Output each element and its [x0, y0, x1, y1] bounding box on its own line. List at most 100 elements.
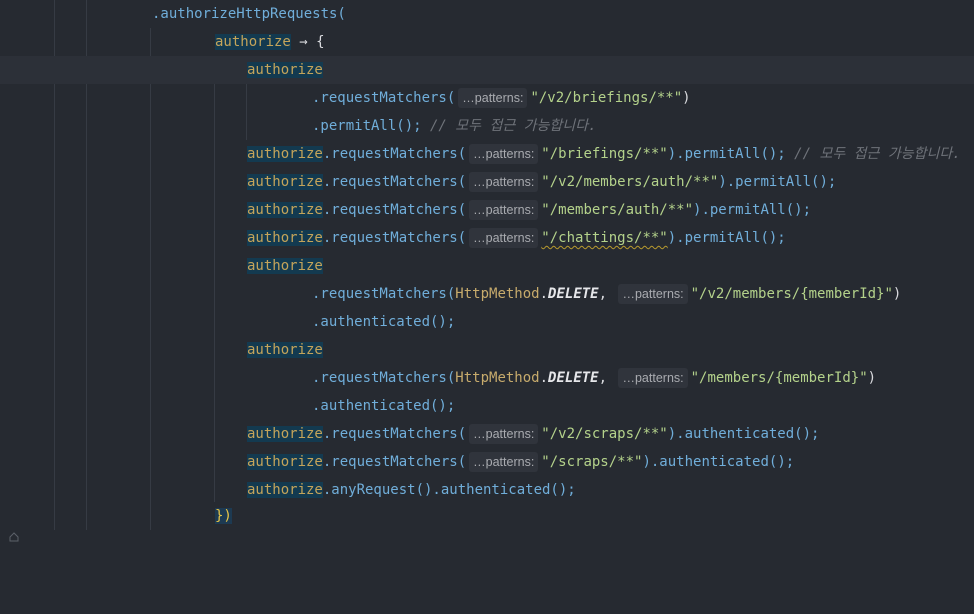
code-text: .permitAll(); // 모두 접근 가능합니다. — [312, 112, 597, 140]
code-text: authorize — [247, 336, 323, 364]
code-text: }) — [215, 502, 232, 530]
method-call: ).permitAll(); — [718, 174, 837, 190]
lambda-line: authorize → { — [215, 28, 325, 56]
method-call: .requestMatchers( — [312, 370, 456, 386]
fold-icon[interactable] — [9, 37, 19, 67]
string-literal: "/v2/members/auth/**" — [541, 174, 719, 190]
code-line[interactable]: .authorizeHttpRequests( — [0, 0, 974, 28]
identifier: authorize — [247, 230, 323, 246]
identifier: authorize — [247, 482, 323, 498]
code-line[interactable]: authorize.requestMatchers(…patterns: "/br… — [0, 140, 974, 168]
code-text: authorize — [247, 56, 323, 84]
code-line[interactable]: authorize.anyRequest().authenticated(); — [0, 476, 974, 504]
method-call: ).permitAll(); — [667, 146, 786, 162]
code-text: .authenticated(); — [312, 308, 455, 336]
method-call: .anyRequest().authenticated(); — [322, 482, 576, 498]
param-hint: …patterns: — [469, 200, 539, 220]
method-call: .requestMatchers( — [322, 426, 467, 442]
code-line[interactable]: .requestMatchers(HttpMethod.DELETE, …pat… — [0, 280, 974, 308]
enum-constant: DELETE — [548, 286, 599, 302]
method-call: ).authenticated(); — [667, 426, 820, 442]
code-editor[interactable]: .authorizeHttpRequests( authorize → { au… — [0, 0, 974, 542]
code-line[interactable]: authorize → { — [0, 28, 974, 67]
lambda-param: authorize — [215, 34, 291, 50]
string-literal: "/members/auth/**" — [541, 202, 694, 218]
identifier: authorize — [247, 146, 323, 162]
identifier: authorize — [247, 174, 323, 190]
string-literal: "/v2/briefings/**" — [530, 90, 683, 106]
method-call: .authorizeHttpRequests( — [152, 6, 346, 22]
string-literal: "/briefings/**" — [541, 146, 668, 162]
code-line-current[interactable]: authorize — [0, 56, 974, 84]
code-line[interactable]: authorize.requestMatchers(…patterns: "/ch… — [0, 224, 974, 252]
string-literal: "/v2/members/{memberId}" — [690, 286, 893, 302]
closing-brace: }) — [215, 508, 232, 524]
method-call: .authenticated(); — [312, 398, 456, 414]
code-line[interactable]: .requestMatchers(HttpMethod.DELETE, …pat… — [0, 364, 974, 392]
code-text: authorize.requestMatchers(…patterns: "/ch… — [247, 224, 786, 252]
method-call: .requestMatchers( — [322, 146, 467, 162]
code-text: authorize.requestMatchers(…patterns: "/me… — [247, 196, 811, 224]
code-line[interactable]: authorize.requestMatchers(…patterns: "/me… — [0, 196, 974, 224]
code-line[interactable]: authorize.requestMatchers(…patterns: "/sc… — [0, 448, 974, 476]
string-literal: "/chattings/**" — [541, 230, 668, 246]
param-hint: …patterns: — [618, 368, 688, 388]
code-line[interactable]: authorize.requestMatchers(…patterns: "/v2… — [0, 420, 974, 448]
method-call: .requestMatchers( — [322, 454, 467, 470]
code-line[interactable]: .authenticated(); — [0, 308, 974, 336]
code-text: authorize.requestMatchers(…patterns: "/sc… — [247, 448, 794, 476]
comma: , — [598, 370, 608, 386]
code-text: authorize — [247, 252, 323, 280]
paren: ) — [867, 370, 877, 386]
dot: . — [539, 286, 549, 302]
code-line[interactable]: authorize — [0, 252, 974, 280]
param-hint: …patterns: — [469, 424, 539, 444]
code-line[interactable]: authorize.requestMatchers(…patterns: "/v2… — [0, 168, 974, 196]
class-name: HttpMethod — [455, 286, 540, 302]
method-call: .requestMatchers( — [322, 202, 467, 218]
comma: , — [598, 286, 608, 302]
code-text: authorize.anyRequest().authenticated(); — [247, 476, 576, 504]
code-text: .authenticated(); — [312, 392, 455, 420]
code-text: .requestMatchers(HttpMethod.DELETE, …pat… — [312, 280, 901, 308]
param-hint: …patterns: — [618, 284, 688, 304]
comment: // 모두 접근 가능합니다. — [785, 146, 961, 162]
code-text: authorize.requestMatchers(…patterns: "/v2… — [247, 168, 836, 196]
identifier: authorize — [247, 454, 323, 470]
string-literal: "/scraps/**" — [541, 454, 643, 470]
class-name: HttpMethod — [455, 370, 540, 386]
method-call: .requestMatchers( — [312, 90, 456, 106]
code-text: .requestMatchers(…patterns: "/v2/briefing… — [312, 84, 691, 112]
dot: . — [539, 370, 549, 386]
comment: // 모두 접근 가능합니다. — [421, 118, 597, 134]
code-line[interactable]: authorize — [0, 336, 974, 364]
identifier: authorize — [247, 202, 323, 218]
open-brace: { — [316, 34, 325, 50]
string-literal: "/v2/scraps/**" — [541, 426, 668, 442]
paren: ) — [892, 286, 902, 302]
method-call: .requestMatchers( — [322, 230, 467, 246]
code-text: authorize.requestMatchers(…patterns: "/v2… — [247, 420, 819, 448]
arrow-operator: → — [290, 34, 317, 50]
method-call: .permitAll(); — [312, 118, 422, 134]
method-call: .authenticated(); — [312, 314, 456, 330]
method-call: .requestMatchers( — [312, 286, 456, 302]
identifier: authorize — [247, 62, 323, 78]
string-literal: "/members/{memberId}" — [690, 370, 868, 386]
fold-end-icon[interactable] — [9, 512, 19, 542]
code-line[interactable]: }) — [0, 502, 974, 542]
code-text: authorize.requestMatchers(…patterns: "/br… — [247, 140, 961, 168]
param-hint: …patterns: — [469, 452, 539, 472]
method-call: ).permitAll(); — [667, 230, 786, 246]
method-call: .requestMatchers( — [322, 174, 467, 190]
code-line[interactable]: .requestMatchers(…patterns: "/v2/briefing… — [0, 84, 974, 112]
method-call: ).permitAll(); — [693, 202, 812, 218]
param-hint: …patterns: — [469, 172, 539, 192]
param-hint: …patterns: — [469, 228, 539, 248]
method-call: ).authenticated(); — [642, 454, 795, 470]
code-line[interactable]: .authenticated(); — [0, 392, 974, 420]
code-line[interactable]: .permitAll(); // 모두 접근 가능합니다. — [0, 112, 974, 140]
param-hint: …patterns: — [469, 144, 539, 164]
enum-constant: DELETE — [548, 370, 599, 386]
identifier: authorize — [247, 426, 323, 442]
